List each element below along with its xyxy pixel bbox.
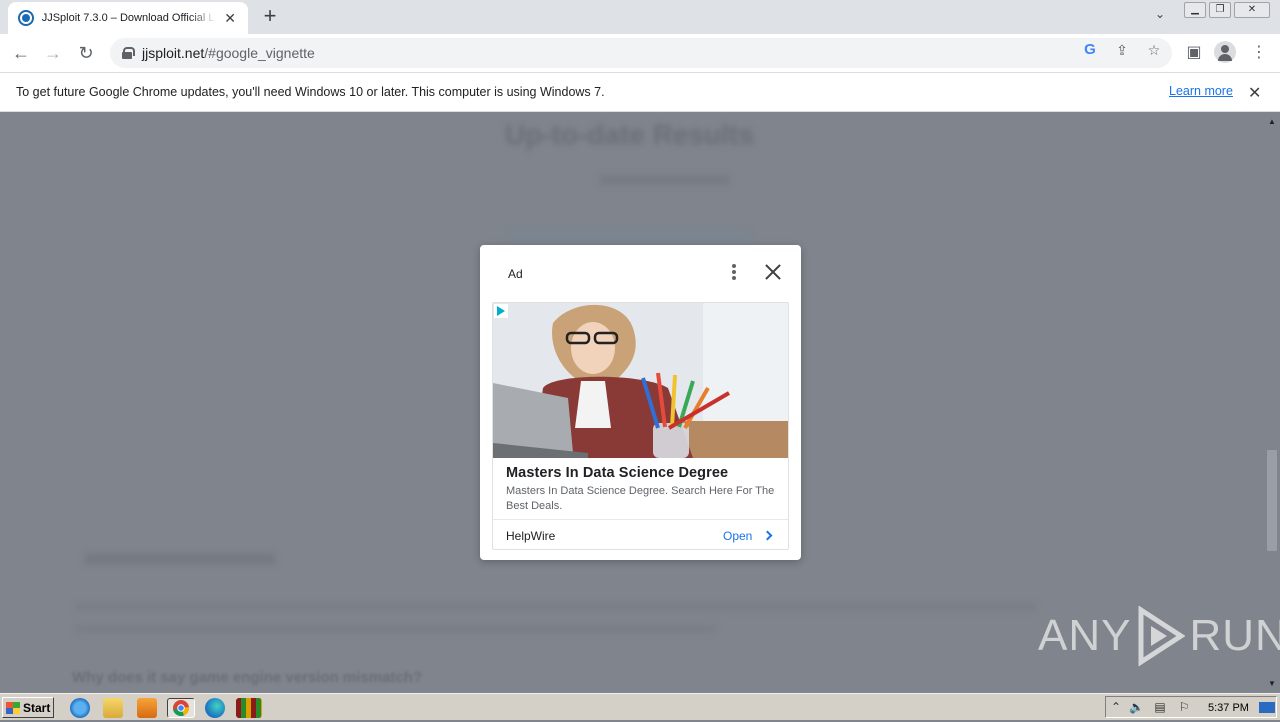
page-heading: Up-to-date Results [505,119,754,150]
start-label: Start [23,700,51,715]
page-placeholder-line [600,175,730,185]
ad-photo-illustration [493,303,788,458]
share-icon[interactable]: ⇪ [1113,41,1131,59]
ad-body-text[interactable]: Masters In Data Science Degree. Search H… [506,484,784,514]
edge-icon[interactable] [205,698,225,718]
tab-close-icon[interactable]: ✕ [222,10,238,27]
internet-explorer-icon[interactable] [70,698,90,718]
profile-avatar[interactable] [1214,41,1236,63]
page-subheading: Why does it say game engine version mism… [72,669,423,686]
ad-advertiser[interactable]: HelpWire [506,529,555,543]
restore-button[interactable]: ❐ [1209,2,1231,18]
ad-card[interactable]: Masters In Data Science Degree Masters I… [492,302,789,550]
watermark-left-text: ANY [1038,611,1132,660]
url-path: /#google_vignette [204,45,315,61]
google-lens-icon[interactable]: G [1081,41,1099,59]
bookmark-star-icon[interactable]: ☆ [1145,41,1163,59]
forward-button[interactable]: → [40,40,66,66]
infobar-close-icon[interactable]: ✕ [1248,83,1261,103]
chrome-icon [173,700,189,717]
anyrun-watermark: ANY RUN [1038,606,1280,666]
tab-title: JJSploit 7.3.0 – Download Official Lates… [41,12,217,24]
taskbar-clock[interactable]: 5:37 PM [1208,702,1249,714]
windows-taskbar: Start ⌃ 🔈 ▤ ⚐ 5:37 PM [0,693,1280,720]
tab-search-chevron-icon[interactable]: ⌄ [1150,7,1170,27]
new-tab-button[interactable]: + [258,5,282,29]
ad-label: Ad [508,267,523,281]
lock-icon[interactable] [122,47,135,59]
more-options-icon[interactable] [730,263,738,283]
chrome-taskbar-button[interactable] [167,698,195,718]
scroll-up-arrow-icon[interactable]: ▲ [1267,117,1277,127]
adchoices-icon[interactable] [494,304,508,318]
minimize-button[interactable]: ▁ [1184,2,1206,18]
chevron-right-icon[interactable] [762,530,773,541]
windows-logo-icon [6,701,20,714]
browser-toolbar: ← → ↻ jjsploit.net/#google_vignette G ⇪ … [0,34,1280,72]
page-placeholder-line [75,603,1035,611]
browser-tab[interactable]: JJSploit 7.3.0 – Download Official Lates… [8,2,248,34]
start-button[interactable]: Start [2,697,54,718]
file-explorer-icon[interactable] [103,698,123,718]
ad-divider [493,519,788,520]
network-icon[interactable]: ▤ [1153,700,1167,714]
play-triangle-icon [1138,606,1186,666]
url-text: jjsploit.net/#google_vignette [142,45,315,61]
window-close-button[interactable]: ✕ [1234,2,1270,18]
page-placeholder-line [85,553,275,565]
ad-headline[interactable]: Masters In Data Science Degree [506,465,728,481]
ad-open-button[interactable]: Open [723,529,752,543]
winrar-icon[interactable] [236,698,262,718]
url-host: jjsploit.net [142,45,205,61]
address-bar[interactable]: jjsploit.net/#google_vignette [110,38,1172,68]
tab-strip: JJSploit 7.3.0 – Download Official Lates… [0,0,1280,34]
show-desktop-icon[interactable] [1259,702,1275,713]
page-placeholder-bar [510,231,750,243]
menu-kebab-icon[interactable]: ⋮ [1248,42,1270,64]
scroll-thumb[interactable] [1267,450,1277,551]
ad-close-icon[interactable] [763,262,783,282]
scroll-down-arrow-icon[interactable]: ▼ [1267,679,1277,689]
watermark-right-text: RUN [1189,611,1280,660]
action-center-flag-icon[interactable]: ⚐ [1177,700,1191,714]
ad-image[interactable] [493,303,788,458]
update-infobar: To get future Google Chrome updates, you… [0,72,1280,112]
learn-more-link[interactable]: Learn more [1169,84,1233,98]
site-favicon-icon [18,10,34,26]
show-hidden-icons-icon[interactable]: ⌃ [1109,700,1123,714]
ad-vignette-dialog: Ad Masters In Data Science Degree Master… [480,245,801,560]
page-placeholder-line [75,625,715,633]
media-player-icon[interactable] [137,698,157,718]
infobar-message: To get future Google Chrome updates, you… [16,85,605,99]
volume-icon[interactable]: 🔈 [1129,700,1144,714]
side-panel-icon[interactable]: ▣ [1183,42,1205,64]
reload-button[interactable]: ↻ [73,40,99,66]
back-button[interactable]: ← [8,40,34,66]
